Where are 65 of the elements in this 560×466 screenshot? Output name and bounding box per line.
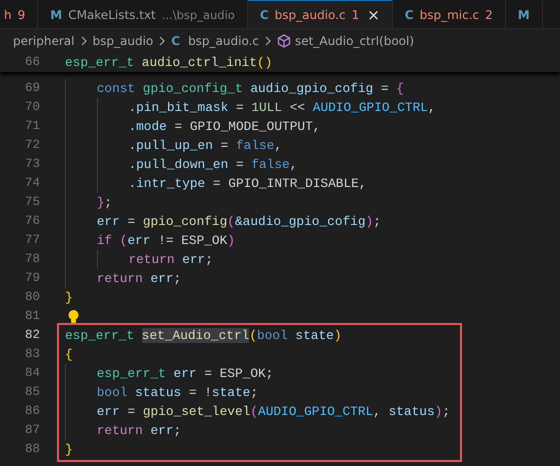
code-line: err = gpio_set_level(AUDIO_GPIO_CTRL, status); — [65, 402, 454, 421]
problem-count: 2 — [485, 8, 493, 22]
line-number: 69 — [24, 80, 40, 97]
cube-icon — [277, 34, 292, 48]
close-button[interactable]: × — [367, 6, 380, 24]
chevron-icon — [78, 36, 88, 46]
file-type-icon: C — [171, 34, 180, 48]
chevron-icon — [157, 36, 168, 46]
code-line: const gpio_config_t audio_gpio_cofig = { — [65, 79, 462, 98]
tab-path: ...\bsp_audio — [162, 8, 235, 22]
line-number: 66 — [24, 54, 40, 71]
line-number: 78 — [24, 251, 40, 268]
line-number: 77 — [24, 232, 40, 249]
breadcrumb-item[interactable]: bsp_audio — [92, 34, 154, 48]
code-line: if (err != ESP_OK) — [65, 231, 462, 250]
line-number: 80 — [24, 289, 40, 306]
line-number: 72 — [24, 137, 40, 154]
editor-tab[interactable]: C bsp_audio.c 1 × — [248, 0, 393, 28]
line-number: 70 — [24, 99, 40, 116]
tab-label: bsp_audio.c — [274, 8, 346, 22]
code-line: err = gpio_config(&audio_gpio_cofig); — [65, 212, 462, 231]
code-line: .pull_up_en = false, — [65, 136, 462, 155]
line-number: 74 — [24, 175, 40, 192]
code-line: } — [65, 289, 74, 307]
code-line: esp_err_t err = ESP_OK; — [65, 364, 454, 383]
code-line: esp_err_t set_Audio_ctrl(bool state) — [65, 327, 342, 345]
line-number: 71 — [24, 118, 40, 135]
lightbulb-icon[interactable] — [67, 308, 80, 324]
line-number: 83 — [24, 346, 40, 363]
line-number: 75 — [24, 194, 40, 211]
line-number: 79 — [24, 270, 40, 287]
breadcrumb-item[interactable]: set_Audio_ctrl(bool) — [295, 34, 414, 48]
line-number: 85 — [24, 384, 40, 401]
code-line: } — [65, 441, 74, 459]
line-number: 88 — [24, 441, 40, 458]
code-line: .intr_type = GPIO_INTR_DISABLE, — [65, 174, 462, 193]
problem-count: 9 — [18, 8, 26, 22]
line-number: 81 — [24, 308, 40, 325]
file-type-icon: C — [404, 8, 414, 22]
code-line: return err; — [65, 269, 462, 288]
breadcrumb-item[interactable]: peripheral — [13, 34, 74, 48]
line-number: 82 — [24, 327, 40, 344]
file-type-icon: M — [50, 8, 62, 22]
chevron-icon — [263, 36, 274, 46]
file-type-icon: M — [518, 8, 530, 22]
code-line: bool status = !state; — [65, 383, 454, 402]
breadcrumb-item[interactable]: bsp_audio.c — [188, 34, 260, 48]
file-type-icon: C — [260, 8, 269, 22]
code-line: .mode = GPIO_MODE_OUTPUT, — [65, 117, 462, 136]
tab-label: h — [4, 8, 12, 22]
problem-count: 1 — [352, 8, 360, 22]
code-line: .pull_down_en = false, — [65, 155, 462, 174]
code-line: esp_err_t audio_ctrl_init() — [65, 54, 272, 72]
code-line: return err; — [65, 421, 454, 440]
code-line: { — [65, 346, 74, 364]
code-line: return err; — [65, 250, 462, 269]
code-line: }; — [65, 193, 462, 212]
line-number: 73 — [24, 156, 40, 173]
line-number: 86 — [24, 403, 40, 420]
line-number: 84 — [24, 365, 40, 382]
tab-label: bsp_mic.c — [420, 8, 480, 22]
code-line: .pin_bit_mask = 1ULL << AUDIO_GPIO_CTRL, — [65, 98, 462, 117]
tab-label: CMakeLists.txt — [68, 8, 156, 22]
line-number: 87 — [24, 422, 40, 439]
line-number: 76 — [24, 213, 40, 230]
